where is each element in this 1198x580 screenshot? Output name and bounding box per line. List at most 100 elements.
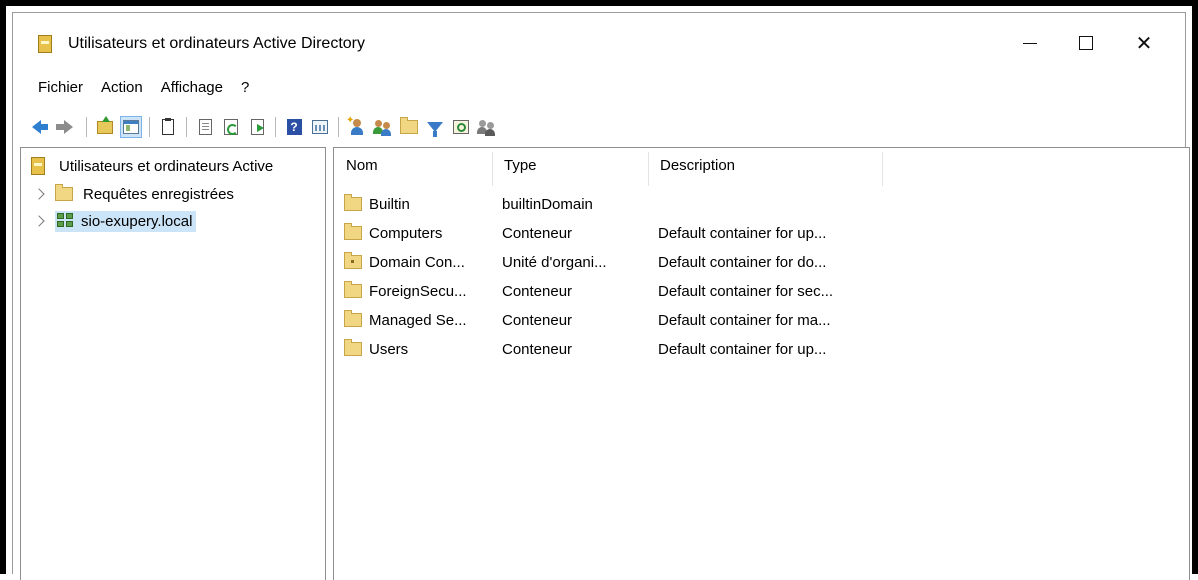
screenshot-frame: Utilisateurs et ordinateurs Active Direc… [0, 0, 1198, 580]
folder-icon [344, 310, 362, 327]
close-button[interactable]: ✕ [1121, 23, 1167, 63]
ou-icon [344, 252, 362, 269]
list-item[interactable]: Users Conteneur Default container for up… [334, 337, 894, 361]
refresh-icon [224, 119, 238, 135]
tree-root-label: Utilisateurs et ordinateurs Active [59, 157, 274, 175]
menu-fichier[interactable]: Fichier [29, 75, 92, 103]
up-level-button[interactable] [94, 115, 116, 138]
item-name: Users [369, 340, 409, 358]
properties-button[interactable] [309, 116, 331, 138]
item-description: Default container for ma... [658, 311, 831, 329]
item-description [658, 192, 884, 216]
column-header-nom[interactable]: Nom [334, 148, 492, 182]
up-folder-icon [97, 115, 113, 134]
tree-root[interactable]: Utilisateurs et ordinateurs Active [31, 157, 273, 175]
item-name: Builtin [369, 195, 410, 213]
properties-icon [312, 120, 328, 134]
item-description: Default container for do... [658, 253, 827, 271]
chevron-right-icon[interactable] [33, 215, 45, 227]
help-button[interactable]: ? [283, 116, 305, 138]
move-button[interactable] [476, 116, 498, 138]
toolbar-separator [186, 117, 187, 137]
selected-tree-node[interactable]: sio-exupery.local [55, 210, 197, 232]
item-name: Domain Con... [369, 253, 465, 271]
folder-icon [344, 223, 362, 240]
find-button[interactable] [450, 116, 472, 138]
item-description: Default container for sec... [658, 282, 834, 300]
list-item[interactable]: Computers Conteneur Default container fo… [334, 221, 894, 245]
export-button[interactable] [246, 116, 268, 138]
window-title: Utilisateurs et ordinateurs Active Direc… [68, 35, 365, 52]
new-ou-icon [400, 117, 418, 134]
toolbar-separator [338, 117, 339, 137]
filter-icon [427, 122, 443, 137]
toolbar-separator [275, 117, 276, 137]
item-type: builtinDomain [502, 195, 593, 213]
column-label: Type [504, 156, 537, 174]
column-label: Nom [346, 156, 378, 174]
list-item[interactable]: Domain Con... Unité d'organi... Default … [334, 250, 894, 274]
item-description: Default container for up... [658, 340, 827, 358]
toolbar-separator [149, 117, 150, 137]
export-list-button[interactable] [194, 116, 216, 138]
close-icon: ✕ [1135, 32, 1153, 55]
ad-console-icon [38, 35, 52, 53]
list-item[interactable]: Managed Se... Conteneur Default containe… [334, 308, 894, 332]
menu-bar: Fichier Action Affichage ? [29, 75, 258, 103]
export-list-icon [198, 119, 212, 135]
back-icon [31, 120, 48, 134]
toolbar-separator [86, 117, 87, 137]
column-label: Description [660, 156, 736, 174]
new-user-button[interactable]: ✦ [346, 116, 368, 138]
tree-item-saved-queries[interactable]: Requêtes enregistrées [33, 182, 234, 206]
forward-icon [55, 120, 73, 134]
item-type: Conteneur [502, 311, 573, 329]
item-name: Computers [369, 224, 443, 242]
show-console-tree-button[interactable] [120, 116, 142, 138]
new-group-button[interactable] [372, 116, 394, 138]
new-ou-button[interactable] [398, 116, 420, 138]
item-name: Managed Se... [369, 311, 467, 329]
item-type: Unité d'organi... [502, 253, 607, 271]
help-icon: ? [286, 119, 302, 135]
folder-icon [344, 339, 362, 356]
forward-button[interactable] [55, 116, 79, 138]
results-pane[interactable]: Nom Type Description Builtin builtinDoma… [333, 147, 1190, 580]
column-header-type[interactable]: Type [492, 148, 648, 182]
minimize-icon [1023, 42, 1037, 44]
folder-icon [55, 184, 73, 201]
maximize-icon [1079, 36, 1093, 50]
folder-icon [344, 281, 362, 298]
item-description: Default container for up... [658, 224, 827, 242]
back-button[interactable] [25, 116, 48, 138]
show-console-tree-icon [123, 120, 139, 134]
filter-button[interactable] [424, 116, 446, 138]
column-divider[interactable] [882, 152, 883, 186]
menu-help[interactable]: ? [232, 75, 258, 103]
item-type: Conteneur [502, 340, 573, 358]
ad-console-icon [31, 157, 45, 175]
chevron-right-icon[interactable] [33, 188, 45, 200]
title-bar[interactable]: Utilisateurs et ordinateurs Active Direc… [13, 13, 1185, 71]
refresh-button[interactable] [220, 116, 242, 138]
find-icon [453, 120, 469, 134]
menu-affichage[interactable]: Affichage [152, 75, 232, 103]
toolbar: ? ✦ [23, 113, 500, 141]
tree-item-label: sio-exupery.local [81, 212, 193, 230]
clipboard-button[interactable] [157, 116, 179, 138]
column-header-description[interactable]: Description [648, 148, 882, 182]
tree-item-label: Requêtes enregistrées [83, 185, 234, 203]
new-group-icon [373, 118, 393, 136]
list-item[interactable]: Builtin builtinDomain [334, 192, 894, 216]
move-icon [477, 118, 497, 136]
export-icon [250, 119, 264, 135]
minimize-button[interactable] [1007, 23, 1053, 63]
maximize-button[interactable] [1063, 23, 1109, 63]
list-item[interactable]: ForeignSecu... Conteneur Default contain… [334, 279, 894, 303]
clipboard-icon [162, 118, 174, 135]
menu-action[interactable]: Action [92, 75, 152, 103]
console-tree-pane[interactable]: Utilisateurs et ordinateurs Active Requê… [20, 147, 326, 580]
tree-item-domain[interactable]: sio-exupery.local [33, 209, 197, 233]
item-type: Conteneur [502, 224, 573, 242]
domain-icon [57, 213, 75, 229]
